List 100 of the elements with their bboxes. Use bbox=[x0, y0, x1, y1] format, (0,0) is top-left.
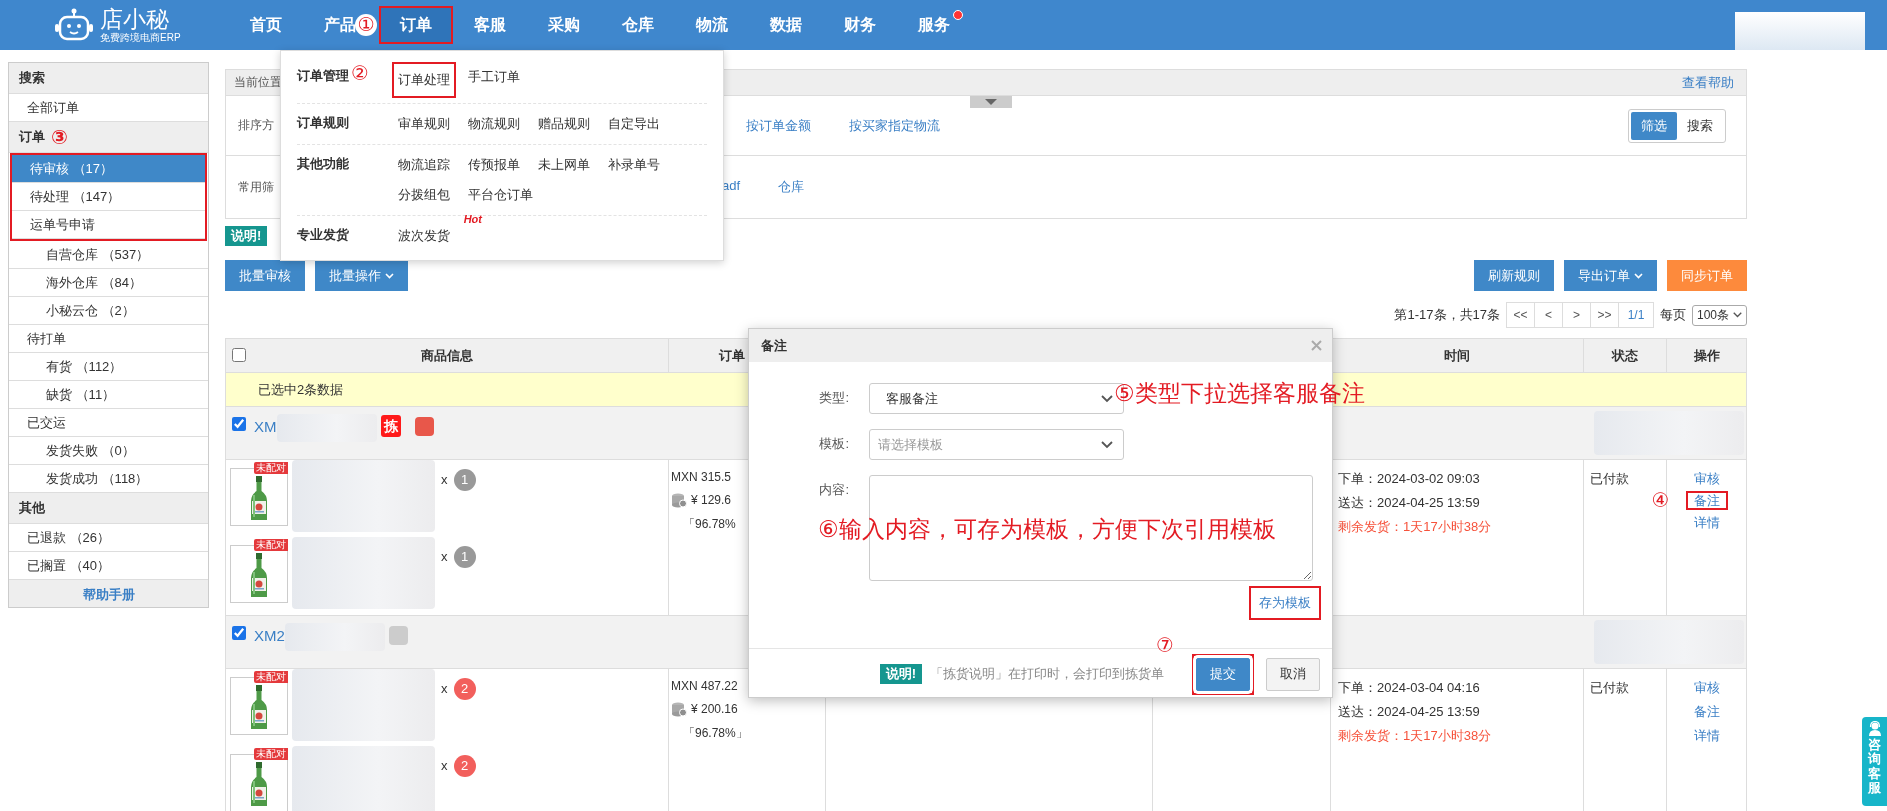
profit-ratio: 「96.78% bbox=[682, 516, 737, 533]
order-status: 已付款 bbox=[1590, 680, 1629, 695]
menu-item[interactable]: 平台仓订单 bbox=[462, 180, 539, 210]
row-checkbox[interactable] bbox=[232, 417, 246, 431]
filter-link[interactable]: 按买家指定物流 bbox=[849, 116, 940, 135]
menu-item[interactable]: 传预报单 bbox=[462, 150, 526, 180]
order-cost: ¥ 200.16 bbox=[691, 702, 738, 716]
order-cost: ¥ 129.6 bbox=[691, 493, 732, 507]
batch-button[interactable]: 批量操作 bbox=[315, 260, 408, 291]
nav-tab[interactable]: 仓库 bbox=[601, 6, 675, 44]
menu-group-title: 订单规则 bbox=[297, 114, 349, 132]
row-checkbox[interactable] bbox=[232, 626, 246, 640]
column-header: 订单 bbox=[719, 346, 745, 365]
menu-group-title: 其他功能 bbox=[297, 155, 349, 173]
order-time: 送达：2024-04-25 13:59 bbox=[1338, 494, 1481, 512]
field-label: 内容: bbox=[818, 481, 850, 499]
nav-tab[interactable]: 首页 bbox=[229, 6, 303, 44]
step-number: ④ bbox=[1651, 489, 1670, 511]
nav-tab[interactable]: 财务 bbox=[823, 6, 897, 44]
select-all-checkbox[interactable] bbox=[232, 348, 246, 362]
batch-button[interactable]: 批量审核 bbox=[225, 260, 305, 291]
toggle-option[interactable]: 筛选 bbox=[1631, 111, 1677, 140]
order-number-link[interactable]: XM2 bbox=[254, 624, 285, 648]
nav-tab[interactable]: 采购 bbox=[527, 6, 601, 44]
nav-tab[interactable]: 服务 bbox=[897, 6, 971, 44]
quantity-sign: x bbox=[441, 681, 448, 696]
logo-tagline: 免费跨境电商ERP bbox=[100, 31, 181, 44]
chevron-down-icon bbox=[1101, 394, 1113, 403]
nav-tab[interactable]: 客服 bbox=[453, 6, 527, 44]
unpaired-badge: 未配对 bbox=[254, 462, 288, 474]
unpaired-badge: 未配对 bbox=[254, 539, 288, 551]
action-link[interactable]: 备注 bbox=[1685, 701, 1728, 723]
menu-item[interactable]: 审单规则 bbox=[392, 109, 456, 139]
order-amount: MXN 487.22 bbox=[671, 679, 739, 693]
coins-icon bbox=[671, 492, 687, 508]
quantity-sign: x bbox=[441, 472, 448, 487]
profit-ratio: 「96.78%」 bbox=[682, 725, 749, 742]
menu-item[interactable]: 分拨组包 bbox=[392, 180, 456, 210]
quantity-badge: 1 bbox=[453, 546, 476, 568]
action-link[interactable]: 审核 bbox=[1685, 677, 1728, 699]
nav-tab[interactable]: 数据 bbox=[749, 6, 823, 44]
coins-icon bbox=[671, 701, 687, 717]
step-number: ⑦ bbox=[1156, 633, 1174, 656]
quantity-badge: 2 bbox=[453, 678, 476, 700]
step-number: ③ bbox=[51, 126, 68, 148]
nav-tab[interactable]: 订单 bbox=[379, 6, 453, 44]
section-heading: 其他 bbox=[19, 499, 45, 517]
field-label: 模板: bbox=[818, 435, 850, 453]
order-time: 送达：2024-04-25 13:59 bbox=[1338, 703, 1481, 721]
menu-group-title: 订单管理 bbox=[297, 67, 349, 85]
dialog-title: 备注 bbox=[761, 336, 787, 355]
annotation-text: ⑥输入内容，可存为模板，方便下次引用模板 bbox=[818, 515, 1276, 543]
step-number: ② bbox=[351, 62, 369, 84]
sidebar-item[interactable]: 待审核 （17） bbox=[12, 155, 205, 183]
action-link[interactable]: 备注 bbox=[1685, 491, 1728, 510]
hot-label: Hot bbox=[463, 213, 482, 225]
field-label: 类型: bbox=[818, 389, 850, 407]
quantity-badge: 1 bbox=[453, 469, 476, 491]
menu-item[interactable]: 手工订单 bbox=[462, 62, 526, 92]
unpaired-badge: 未配对 bbox=[254, 748, 288, 760]
menu-item[interactable]: 未上网单 bbox=[532, 150, 596, 180]
notice-badge: 说明! bbox=[879, 664, 922, 684]
help-link[interactable]: 帮助手册 bbox=[9, 580, 208, 608]
nav-tab[interactable]: 物流 bbox=[675, 6, 749, 44]
quantity-badge: 2 bbox=[453, 755, 476, 777]
help-tab[interactable]: 咨询客服 bbox=[1862, 717, 1887, 806]
dialog-button[interactable]: 提交 bbox=[1196, 657, 1250, 691]
action-link[interactable]: 详情 bbox=[1685, 512, 1728, 534]
menu-item[interactable]: 自定导出 bbox=[602, 109, 666, 139]
menu-item[interactable]: 物流规则 bbox=[462, 109, 526, 139]
help-link[interactable]: 查看帮助 bbox=[1682, 73, 1734, 92]
notice-badge: 说明! bbox=[225, 226, 268, 246]
per-page-label: 每页 bbox=[1659, 306, 1686, 324]
step-number: ① bbox=[355, 14, 377, 36]
column-header: 操作 bbox=[1693, 346, 1720, 365]
order-time: 下单：2024-03-04 04:16 bbox=[1338, 679, 1481, 697]
chevron-down-icon bbox=[1101, 440, 1113, 449]
collapse-tab-icon[interactable] bbox=[970, 96, 1012, 108]
filter-link[interactable]: 按订单金额 bbox=[746, 116, 811, 135]
quantity-sign: x bbox=[441, 758, 448, 773]
menu-item[interactable]: 波次发货 bbox=[392, 221, 456, 251]
action-link[interactable]: 详情 bbox=[1685, 725, 1728, 747]
save-template-link[interactable]: 存为模板 bbox=[1249, 586, 1321, 620]
menu-item[interactable]: 订单处理 bbox=[392, 62, 456, 98]
dialog-button[interactable]: 取消 bbox=[1266, 657, 1320, 691]
dropdown-field[interactable]: 请选择模板 bbox=[869, 429, 1124, 460]
toolbar-button[interactable]: 导出订单 bbox=[1564, 260, 1657, 291]
order-number-link[interactable]: XM bbox=[254, 415, 277, 439]
section-heading: 订单 bbox=[19, 128, 45, 146]
action-link[interactable]: 审核 bbox=[1685, 468, 1728, 490]
quantity-sign: x bbox=[441, 549, 448, 564]
notice-text: 「拣货说明」在打印时，会打印到拣货单 bbox=[930, 665, 1164, 683]
menu-item[interactable]: 补录单号 bbox=[602, 150, 666, 180]
toolbar-button[interactable]: 刷新规则 bbox=[1474, 260, 1554, 291]
remaining-time: 剩余发货：1天17小时38分 bbox=[1338, 727, 1493, 745]
filter-link[interactable]: 仓库 bbox=[778, 178, 805, 196]
per-page-select[interactable]: 100条 bbox=[1691, 304, 1747, 326]
menu-item[interactable]: 赠品规则 bbox=[532, 109, 596, 139]
menu-item[interactable]: 物流追踪 bbox=[392, 150, 456, 180]
order-status: 已付款 bbox=[1590, 471, 1629, 486]
